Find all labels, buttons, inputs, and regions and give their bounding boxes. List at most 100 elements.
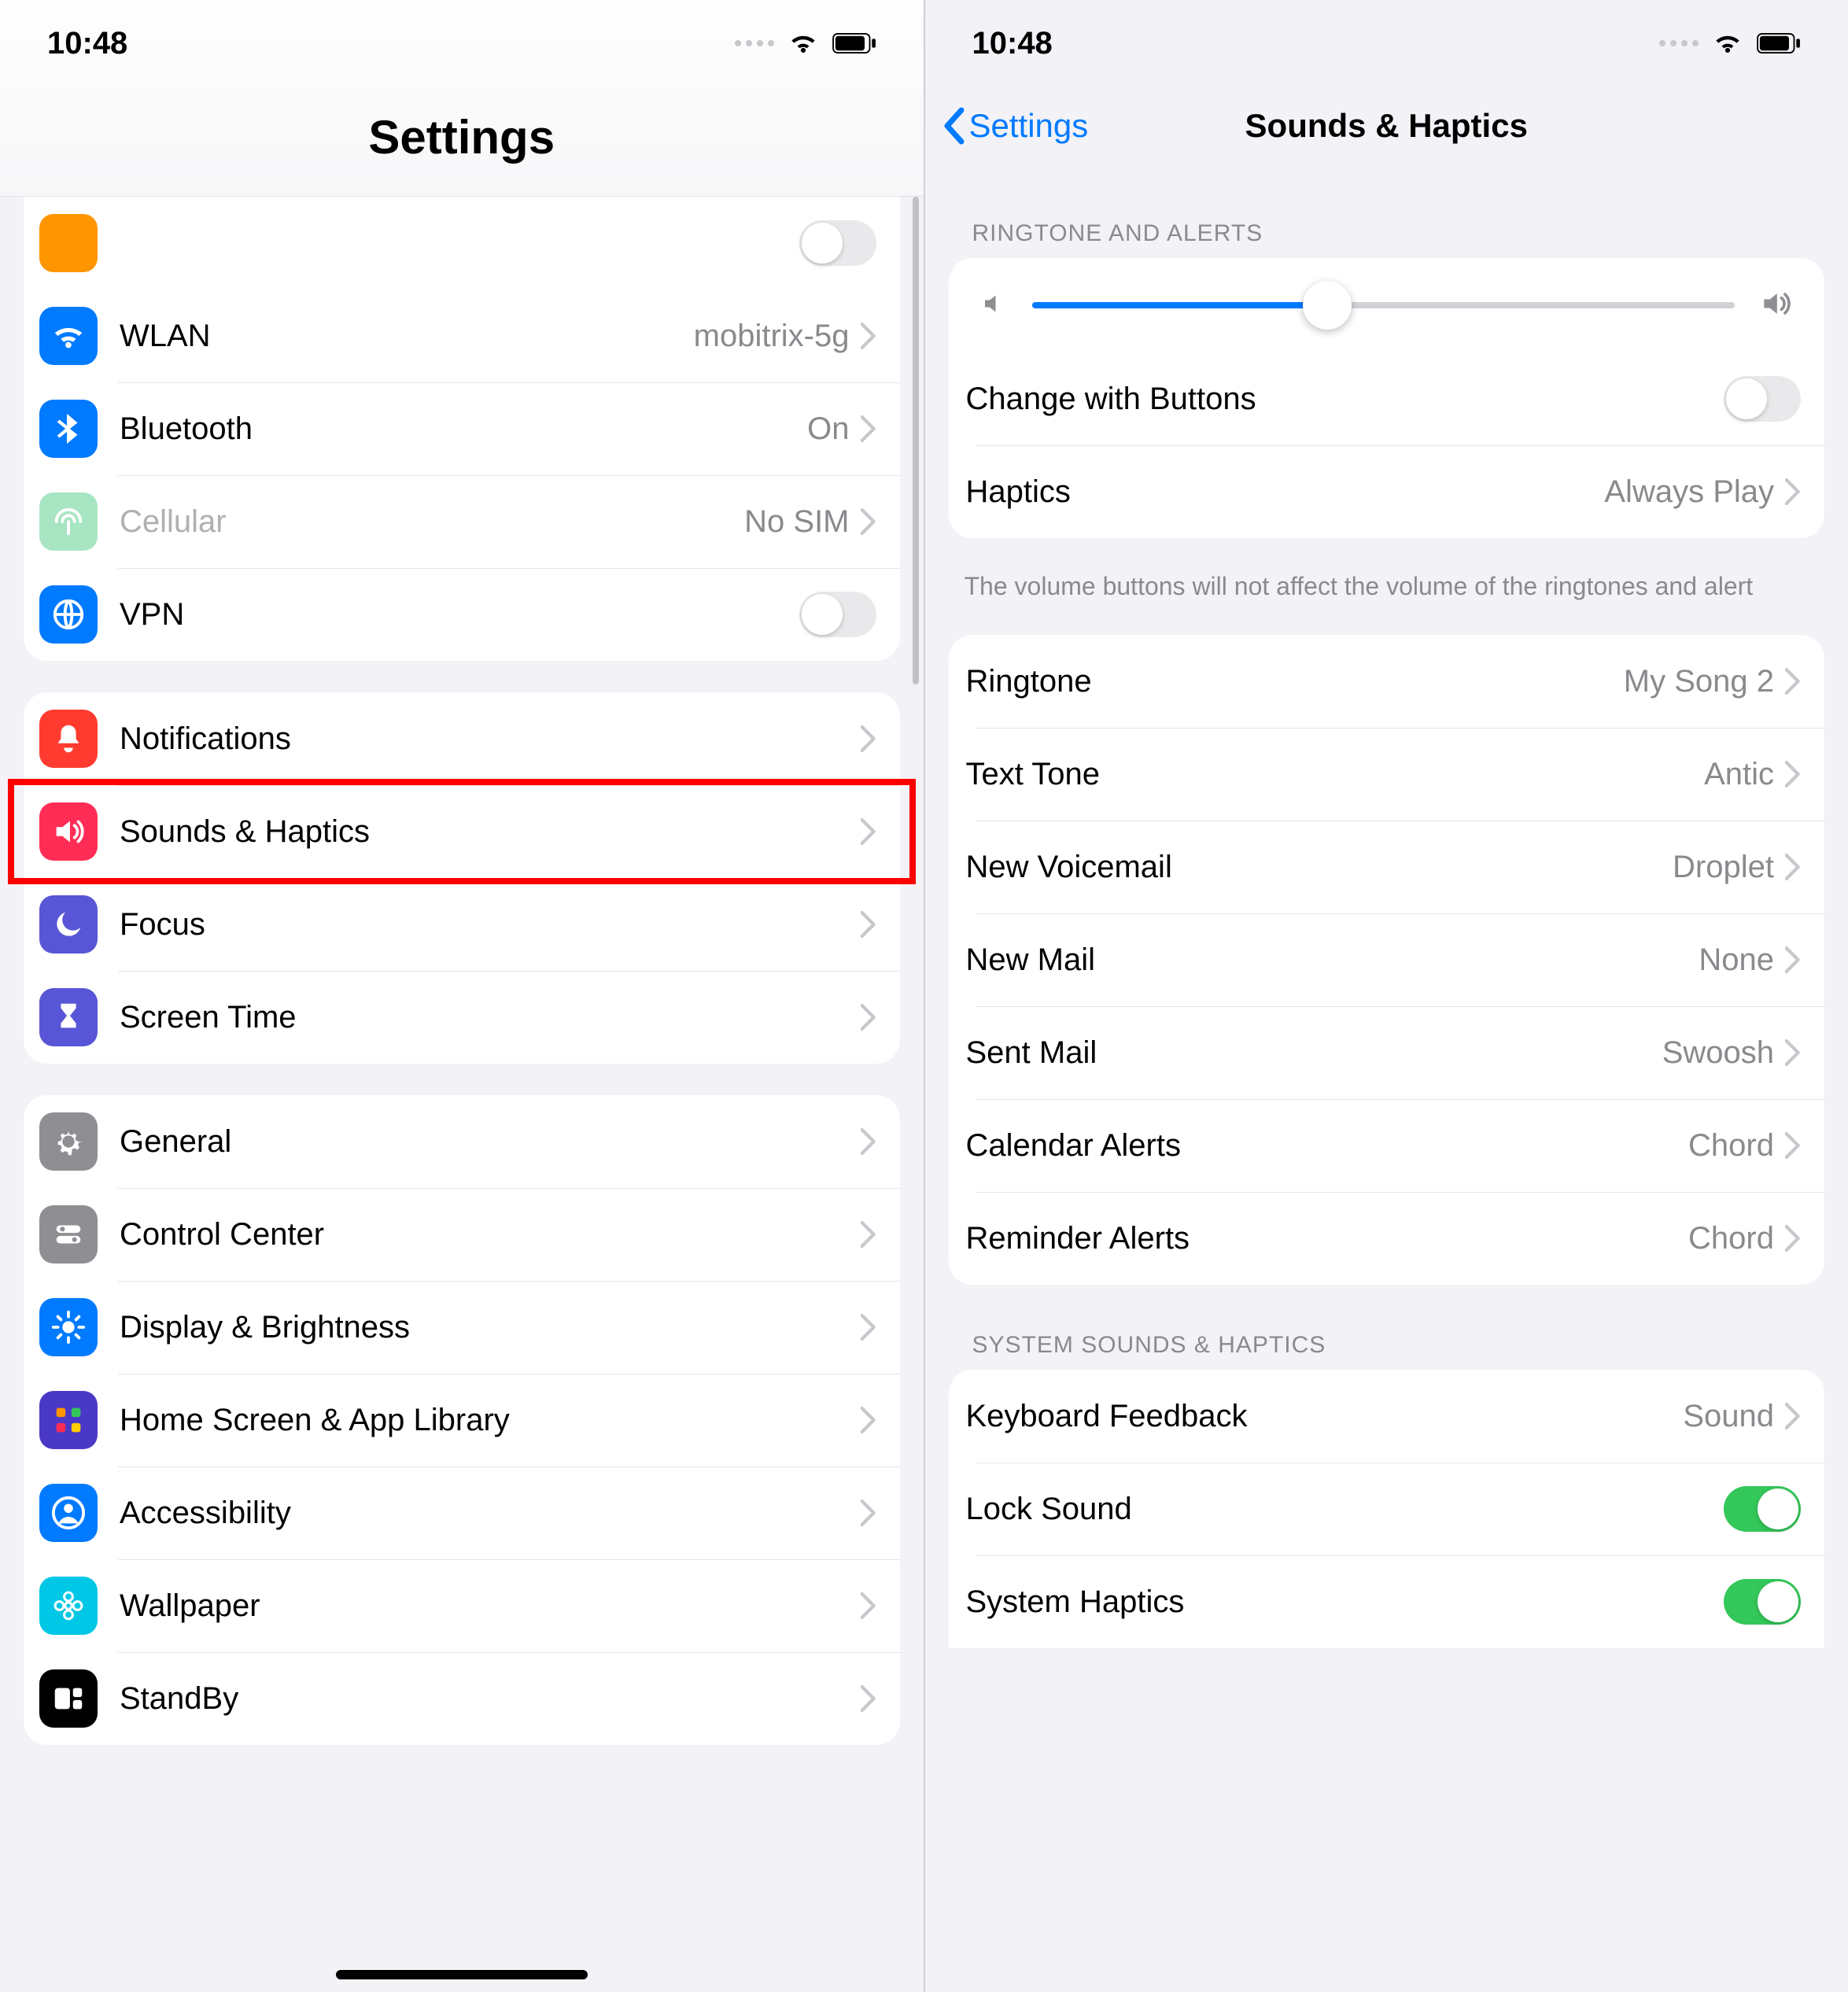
- row-vpn[interactable]: VPN: [24, 568, 900, 661]
- sounds-scroll[interactable]: RINGTONE AND ALERTS Change with Buttons …: [925, 165, 1848, 1992]
- status-bar: 10:48: [925, 0, 1848, 87]
- navbar: Settings Sounds & Haptics: [925, 87, 1848, 165]
- haptics-value: Always Play: [1604, 474, 1774, 510]
- tone-row[interactable]: Sent MailSwoosh: [949, 1006, 1825, 1099]
- speaker-icon: [39, 802, 98, 861]
- chevron-right-icon: [1785, 761, 1801, 788]
- chevron-left-icon: [941, 107, 966, 145]
- switches-icon: [39, 1205, 98, 1263]
- tones-group: RingtoneMy Song 2Text ToneAnticNew Voice…: [949, 635, 1825, 1285]
- change-with-buttons-toggle[interactable]: [1724, 376, 1801, 422]
- tone-value: Swoosh: [1662, 1035, 1774, 1071]
- chevron-right-icon: [861, 323, 876, 349]
- tone-value: Antic: [1704, 757, 1774, 792]
- row-display[interactable]: Display & Brightness: [24, 1281, 900, 1374]
- tone-label: Calendar Alerts: [966, 1128, 1689, 1164]
- scrollbar[interactable]: [913, 197, 919, 684]
- row-value: No SIM: [744, 504, 849, 540]
- tone-row[interactable]: Reminder AlertsChord: [949, 1192, 1825, 1285]
- row-focus[interactable]: Focus: [24, 878, 900, 971]
- row-label: StandBy: [120, 1681, 861, 1717]
- wifi-status-icon: [1713, 32, 1743, 54]
- system-group: Keyboard FeedbackSoundLock Sound System H…: [949, 1370, 1825, 1648]
- antenna-icon: [39, 492, 98, 551]
- page-title: Settings: [0, 87, 924, 196]
- system-row[interactable]: System Haptics: [949, 1555, 1825, 1648]
- back-button[interactable]: Settings: [941, 87, 1089, 165]
- chevron-right-icon: [861, 1500, 876, 1526]
- airplane-toggle[interactable]: [799, 220, 876, 266]
- tone-row[interactable]: New VoicemailDroplet: [949, 821, 1825, 913]
- tone-row[interactable]: Calendar AlertsChord: [949, 1099, 1825, 1192]
- haptics-label: Haptics: [966, 474, 1605, 510]
- row-controlcenter[interactable]: Control Center: [24, 1188, 900, 1281]
- chevron-right-icon: [1785, 1225, 1801, 1252]
- speaker-high-icon: [1758, 286, 1793, 325]
- row-standby[interactable]: StandBy: [24, 1652, 900, 1745]
- volume-slider-row: [949, 258, 1825, 352]
- globe-icon: [39, 585, 98, 644]
- settings-scroll[interactable]: WLANmobitrix-5gBluetoothOnCellularNo SIM…: [0, 197, 924, 1992]
- battery-icon: [832, 33, 876, 53]
- row-general[interactable]: General: [24, 1095, 900, 1188]
- change-with-buttons-row[interactable]: Change with Buttons: [949, 352, 1825, 445]
- chevron-right-icon: [861, 415, 876, 442]
- system-row[interactable]: Lock Sound: [949, 1463, 1825, 1555]
- chevron-right-icon: [1785, 668, 1801, 695]
- row-bluetooth[interactable]: BluetoothOn: [24, 382, 900, 475]
- row-sounds[interactable]: Sounds & Haptics: [24, 785, 900, 878]
- row-wlan[interactable]: WLANmobitrix-5g: [24, 290, 900, 382]
- attention-group: Notifications Sounds & Haptics Focus Screen…: [24, 692, 900, 1064]
- row-label: Home Screen & App Library: [120, 1403, 861, 1438]
- toggle[interactable]: [1724, 1486, 1801, 1532]
- row-label: VPN: [120, 597, 799, 633]
- chevron-right-icon: [1785, 854, 1801, 880]
- slider-thumb[interactable]: [1303, 281, 1352, 330]
- tone-row[interactable]: Text ToneAntic: [949, 728, 1825, 821]
- person-circle-icon: [39, 1484, 98, 1542]
- row-wallpaper[interactable]: Wallpaper: [24, 1559, 900, 1652]
- toggle[interactable]: [1724, 1579, 1801, 1625]
- row-label: Notifications: [120, 721, 861, 757]
- home-indicator[interactable]: [336, 1970, 588, 1979]
- system-row[interactable]: Keyboard FeedbackSound: [949, 1370, 1825, 1463]
- grid-icon: [39, 1391, 98, 1449]
- connectivity-group: WLANmobitrix-5gBluetoothOnCellularNo SIM…: [24, 197, 900, 661]
- chevron-right-icon: [861, 1128, 876, 1155]
- volume-slider[interactable]: [1032, 302, 1735, 308]
- row-label: Screen Time: [120, 1000, 861, 1035]
- chevron-right-icon: [861, 1314, 876, 1341]
- tone-row[interactable]: New MailNone: [949, 913, 1825, 1006]
- chevron-right-icon: [861, 1685, 876, 1712]
- airplane-row-partial[interactable]: [24, 197, 900, 290]
- haptics-row[interactable]: Haptics Always Play: [949, 445, 1825, 538]
- wifi-status-icon: [788, 32, 818, 54]
- row-label: Display & Brightness: [120, 1310, 861, 1345]
- ringtone-footer: The volume buttons will not affect the v…: [965, 570, 1809, 603]
- toggle[interactable]: [799, 592, 876, 637]
- status-bar: 10:48: [0, 0, 924, 87]
- row-label: Wallpaper: [120, 1588, 861, 1624]
- status-time: 10:48: [972, 26, 1053, 61]
- chevron-right-icon: [861, 911, 876, 938]
- airplane-icon: [39, 214, 98, 272]
- ringtone-header: RINGTONE AND ALERTS: [972, 220, 1802, 247]
- row-label: Control Center: [120, 1217, 861, 1252]
- cellular-dots-icon: [735, 40, 774, 46]
- chevron-right-icon: [1785, 1403, 1801, 1429]
- row-notifications[interactable]: Notifications: [24, 692, 900, 785]
- battery-icon: [1757, 33, 1801, 53]
- system-label: System Haptics: [966, 1584, 1724, 1620]
- tone-row[interactable]: RingtoneMy Song 2: [949, 635, 1825, 728]
- row-accessibility[interactable]: Accessibility: [24, 1466, 900, 1559]
- row-screentime[interactable]: Screen Time: [24, 971, 900, 1064]
- cellular-dots-icon: [1659, 40, 1699, 46]
- row-label: Focus: [120, 907, 861, 943]
- row-homescreen[interactable]: Home Screen & App Library: [24, 1374, 900, 1466]
- moon-icon: [39, 895, 98, 954]
- chevron-right-icon: [861, 818, 876, 845]
- row-label: WLAN: [120, 319, 694, 354]
- chevron-right-icon: [1785, 1132, 1801, 1159]
- tone-value: Chord: [1688, 1221, 1774, 1256]
- row-cellular[interactable]: CellularNo SIM: [24, 475, 900, 568]
